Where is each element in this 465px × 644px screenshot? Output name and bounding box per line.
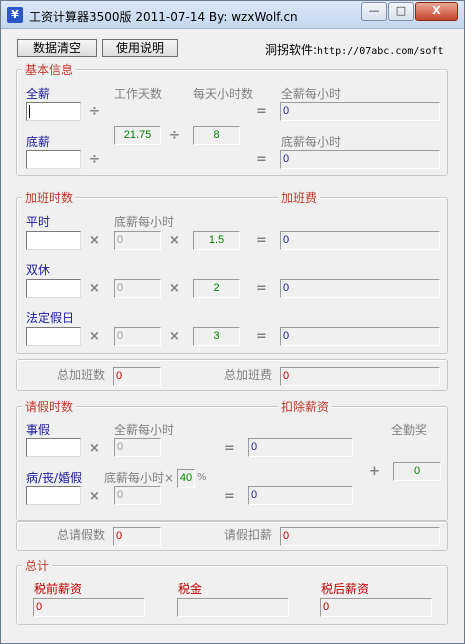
overtime-normal-hourly: 0 [114,231,161,250]
pretax-salary-label: 税前薪资 [34,582,83,596]
software-link-label: 洞拐软件: [265,43,318,57]
overtime-holiday-label: 法定假日 [26,311,75,325]
pretax-salary-field: 0 [33,598,145,617]
close-button[interactable]: X [415,2,458,21]
sick-leave-label: 病/丧/婚假 [26,471,83,485]
leave-heading: 请假时数 [22,400,77,414]
total-leave-hours-field: 0 [113,527,161,546]
full-hourly-label: 全薪每小时 [281,87,342,101]
total-leave-hours-label: 总请假数 [57,528,106,542]
basic-info-heading: 基本信息 [22,63,77,77]
aftertax-salary-label: 税后薪资 [321,582,370,596]
summary-heading: 总计 [22,559,53,573]
total-leave-deduct-field: 0 [280,527,440,546]
help-button[interactable]: 使用说明 [102,39,178,57]
multiply-sign: × [89,441,100,456]
multiply-sign: × [89,233,100,248]
multiply-sign: × [89,281,100,296]
sick-leave-input[interactable] [26,486,81,505]
salary-deduction-heading: 扣除薪资 [278,400,333,414]
overtime-normal-label: 平时 [26,215,51,229]
full-hourly-label: 全薪每小时 [114,423,175,437]
work-days-field[interactable]: 21.75 [114,126,161,145]
overtime-holiday-hourly: 0 [114,327,161,346]
full-salary-label: 全薪 [26,87,51,101]
attendance-bonus-label: 全勤奖 [391,423,428,437]
multiply-sign: × [89,489,100,504]
overtime-normal-input[interactable] [26,231,81,250]
total-leave-deduct-label: 请假扣薪 [224,528,273,542]
aftertax-salary-field: 0 [320,598,432,617]
overtime-fee-heading: 加班费 [278,191,321,205]
equals-sign: = [256,152,267,167]
base-salary-label: 底薪 [26,135,51,149]
equals-sign: = [256,281,267,296]
personal-leave-label: 事假 [26,423,51,437]
clear-data-button[interactable]: 数据清空 [17,39,97,57]
overtime-weekend-result: 0 [280,279,440,298]
multiply-sign: × [89,329,100,344]
divide-sign: ÷ [169,128,180,143]
software-link-url[interactable]: http://07abc.com/soft [317,46,443,57]
tax-field [177,598,289,617]
equals-sign: = [256,233,267,248]
equals-sign: = [256,329,267,344]
attendance-bonus-field[interactable]: 0 [393,462,441,481]
personal-leave-hourly: 0 [114,438,161,457]
overtime-holiday-input[interactable] [26,327,81,346]
maximize-button[interactable]: □ [388,2,414,21]
sick-leave-percent-field[interactable]: 40 [177,469,195,488]
multiply-sign: × [169,329,180,344]
sick-leave-result: 0 [248,486,353,505]
personal-leave-result: 0 [248,438,353,457]
multiply-sign: × [169,233,180,248]
overtime-weekend-rate[interactable]: 2 [193,279,240,298]
personal-leave-input[interactable] [26,438,81,457]
overtime-holiday-result: 0 [280,327,440,346]
overtime-weekend-label: 双休 [26,263,51,277]
hours-per-day-label: 每天小时数 [193,87,254,101]
percent-sign: % [197,472,207,483]
overtime-weekend-hourly: 0 [114,279,161,298]
yen-icon: ¥ [7,7,23,23]
divide-sign: ÷ [89,104,100,119]
overtime-weekend-input[interactable] [26,279,81,298]
base-hourly-label: 底薪每小时 [114,215,175,229]
equals-sign: = [256,104,267,119]
sick-base-hourly-label: 底薪每小时× [104,471,175,485]
multiply-sign: × [169,281,180,296]
overtime-normal-result: 0 [280,231,440,250]
overtime-heading: 加班时数 [22,191,77,205]
overtime-normal-rate[interactable]: 1.5 [193,231,240,250]
overtime-holiday-rate[interactable]: 3 [193,327,240,346]
full-hourly-field: 0 [280,102,440,121]
base-hourly-label: 底薪每小时 [281,135,342,149]
hours-per-day-field[interactable]: 8 [193,126,240,145]
tax-label: 税金 [178,582,203,596]
text-caret [29,104,30,118]
software-link[interactable]: 洞拐软件:http://07abc.com/soft [265,41,443,58]
total-overtime-fee-field: 0 [280,367,440,386]
plus-sign: + [369,464,380,479]
sick-leave-hourly: 0 [114,486,161,505]
divide-sign: ÷ [89,152,100,167]
title-bar: ¥ 工资计算器3500版 2011-07-14 By: wzxWolf.cn —… [1,1,464,29]
work-days-label: 工作天数 [114,87,163,101]
window-title: 工资计算器3500版 2011-07-14 By: wzxWolf.cn [29,10,298,24]
equals-sign: = [224,441,235,456]
total-overtime-hours-label: 总加班数 [57,368,106,382]
full-salary-input[interactable] [26,102,81,121]
app-window: ¥ 工资计算器3500版 2011-07-14 By: wzxWolf.cn —… [0,0,465,644]
equals-sign: = [224,489,235,504]
total-overtime-hours-field: 0 [113,367,161,386]
minimize-button[interactable]: — [361,2,387,21]
base-salary-input[interactable] [26,150,81,169]
total-overtime-fee-label: 总加班费 [224,368,273,382]
base-hourly-field: 0 [280,150,440,169]
